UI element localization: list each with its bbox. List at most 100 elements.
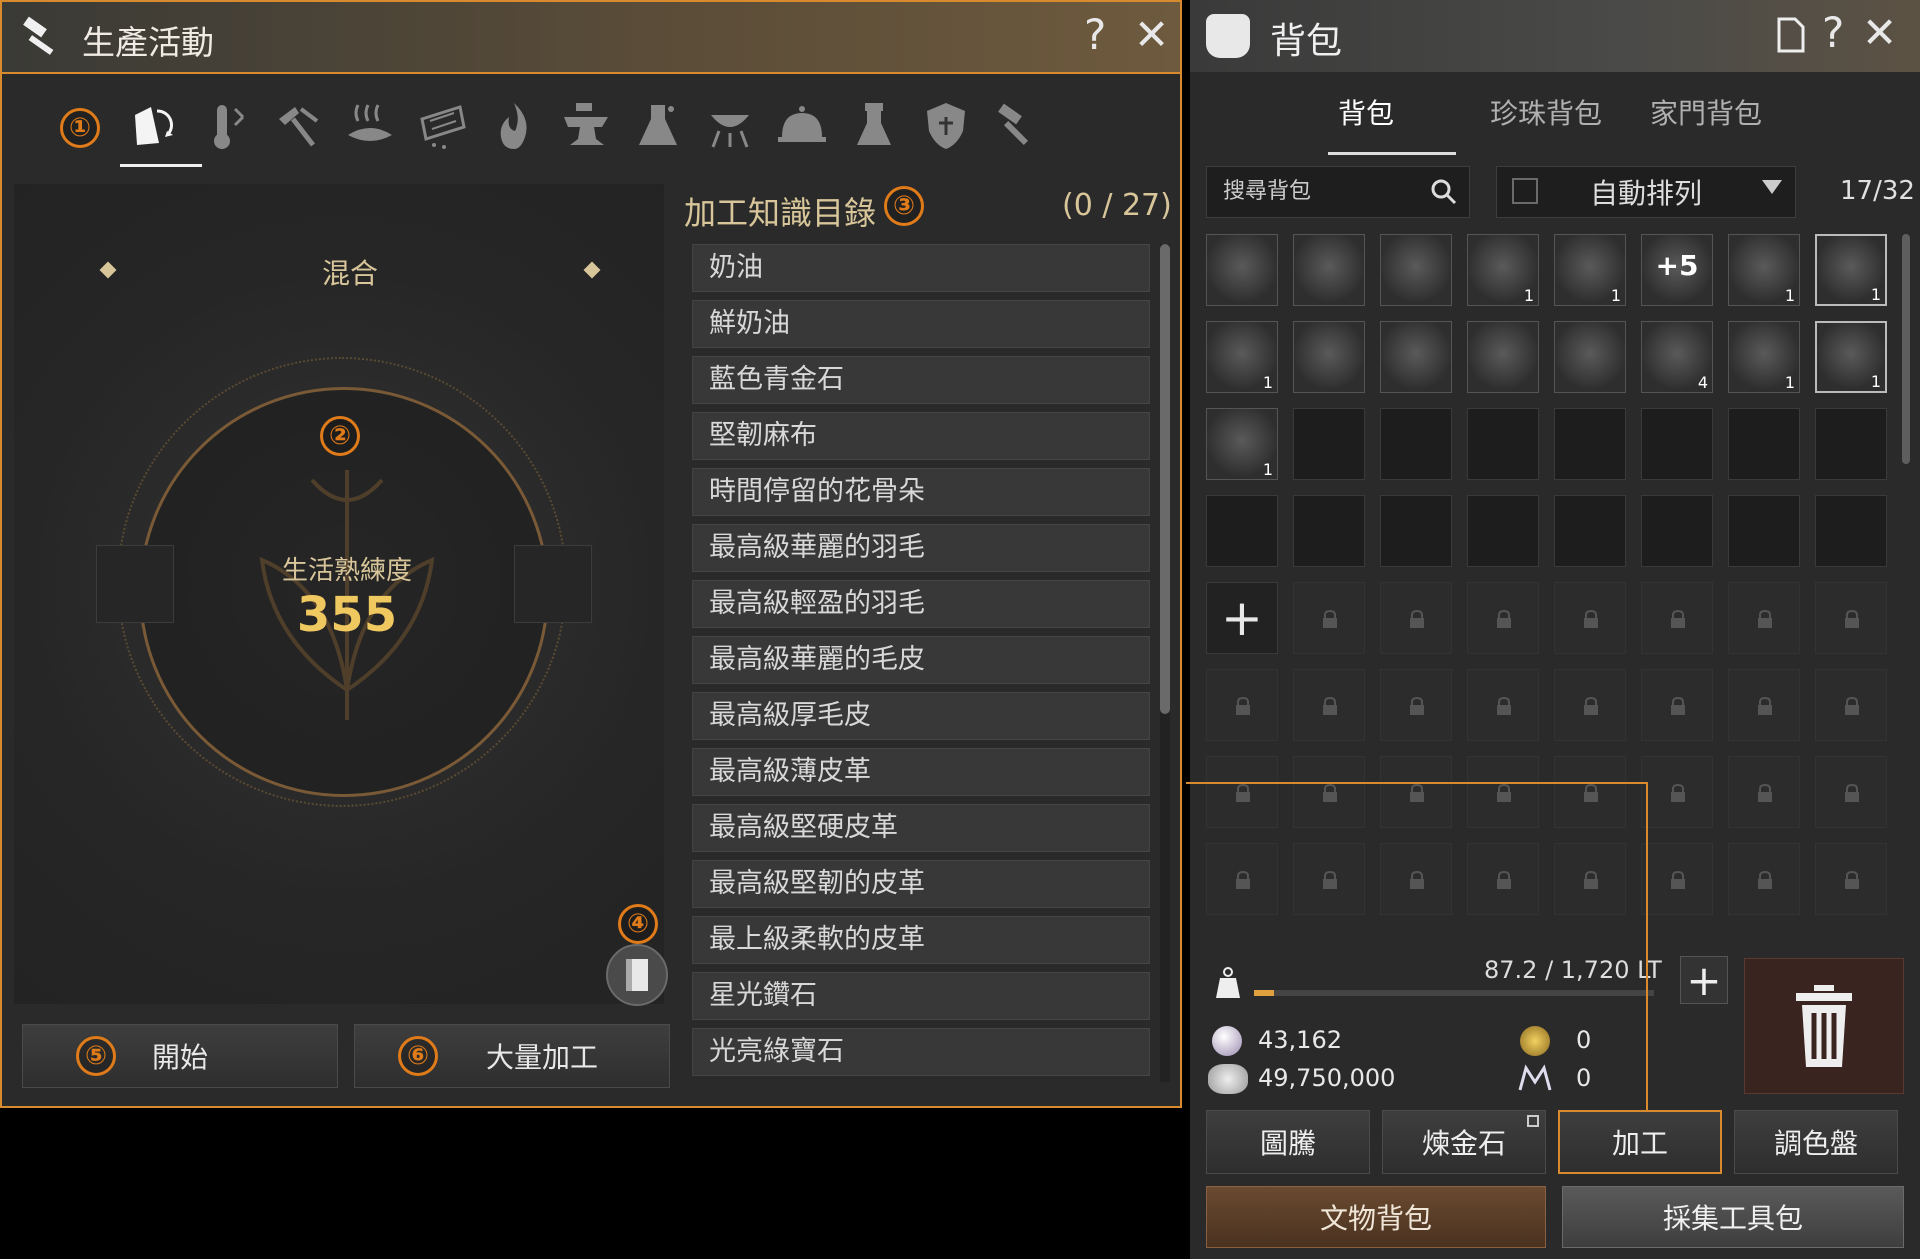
inventory-empty-slot[interactable] [1815, 495, 1887, 567]
inventory-help-button[interactable]: ? [1822, 8, 1844, 57]
inventory-empty-slot[interactable] [1467, 408, 1539, 480]
inventory-empty-slot[interactable] [1641, 495, 1713, 567]
inventory-item-weapon[interactable] [1380, 321, 1452, 393]
inventory-close-button[interactable]: ✕ [1862, 8, 1897, 57]
add-weight-button[interactable]: + [1680, 956, 1728, 1005]
tab-family-inventory[interactable]: 家門背包 [1650, 92, 1762, 132]
inventory-window: 背包 ? ✕ 背包 珍珠背包 家門背包 搜尋背包 自動排列 17/32 1 1 +5… [1190, 0, 1920, 1259]
tab-inventory[interactable]: 背包 [1338, 92, 1394, 132]
inventory-empty-slot[interactable] [1293, 495, 1365, 567]
auto-sort-checkbox[interactable] [1512, 178, 1538, 204]
knowledge-item[interactable]: 光亮綠寶石 [692, 1028, 1150, 1076]
inventory-empty-slot[interactable] [1380, 495, 1452, 567]
tab-pearl-inventory[interactable]: 珍珠背包 [1490, 92, 1602, 132]
inventory-empty-slot[interactable] [1554, 408, 1626, 480]
inventory-empty-slot[interactable] [1815, 408, 1887, 480]
knowledge-item[interactable]: 鮮奶油 [692, 300, 1150, 348]
knowledge-item[interactable]: 堅韌麻布 [692, 412, 1150, 460]
tab-heat-icon[interactable] [188, 86, 264, 166]
inventory-item-weapon[interactable] [1293, 234, 1365, 306]
knowledge-scroll-thumb[interactable] [1160, 244, 1170, 714]
knowledge-item[interactable]: 最高級華麗的毛皮 [692, 636, 1150, 684]
material-slot-right[interactable] [514, 545, 592, 623]
inventory-item-food[interactable]: 1 [1206, 321, 1278, 393]
inventory-item-weapon[interactable] [1206, 234, 1278, 306]
inventory-empty-slot[interactable] [1293, 408, 1365, 480]
inventory-item-hide[interactable]: 1 [1728, 321, 1800, 393]
expand-slots-button[interactable]: + [1206, 582, 1278, 654]
inventory-item-weapon[interactable] [1467, 321, 1539, 393]
locked-slot [1206, 843, 1278, 915]
book-button[interactable] [606, 944, 668, 1006]
locked-slot [1467, 669, 1539, 741]
inventory-empty-slot[interactable] [1728, 408, 1800, 480]
marker-4: ④ [618, 904, 658, 944]
tab-chop-icon[interactable] [260, 86, 336, 166]
trash-button[interactable] [1744, 958, 1904, 1094]
knowledge-item[interactable]: 奶油 [692, 244, 1150, 292]
search-icon[interactable] [1430, 178, 1458, 206]
filter-icon [420, 105, 466, 149]
tab-hammer-icon[interactable] [980, 86, 1056, 166]
inventory-item-weapon[interactable] [1293, 321, 1365, 393]
item-count: 1 [1262, 373, 1273, 392]
heat-icon [214, 105, 245, 149]
inventory-empty-slot[interactable] [1728, 495, 1800, 567]
knowledge-item[interactable]: 最高級薄皮革 [692, 748, 1150, 796]
document-icon[interactable] [1776, 16, 1806, 54]
inventory-item-ore[interactable]: 1 [1467, 234, 1539, 306]
chevron-down-icon[interactable] [1762, 180, 1782, 194]
hammer-icon [998, 103, 1029, 146]
knowledge-item[interactable]: 最高級輕盈的羽毛 [692, 580, 1150, 628]
tab-alchemy-icon[interactable] [836, 86, 912, 166]
skill-value: 355 [296, 587, 398, 643]
tab-grill-icon[interactable] [692, 86, 768, 166]
artifact-bag-button[interactable]: 文物背包 [1206, 1186, 1546, 1248]
tab-dry-icon[interactable] [332, 86, 408, 166]
palette-button[interactable]: 調色盤 [1734, 1110, 1898, 1174]
tab-fire-icon[interactable] [476, 86, 552, 166]
inventory-empty-slot[interactable] [1206, 495, 1278, 567]
totem-button[interactable]: 圖騰 [1206, 1110, 1370, 1174]
inventory-empty-slot[interactable] [1380, 408, 1452, 480]
tab-shield-icon[interactable] [908, 86, 984, 166]
material-slot-left[interactable] [96, 545, 174, 623]
gathering-toolbag-button[interactable]: 採集工具包 [1562, 1186, 1904, 1248]
inventory-empty-slot[interactable] [1641, 408, 1713, 480]
inventory-item-emblem[interactable]: 1 [1815, 234, 1887, 306]
inventory-empty-slot[interactable] [1467, 495, 1539, 567]
tab-tools-icon[interactable] [112, 86, 188, 166]
inventory-item-potion[interactable]: 1 [1815, 321, 1887, 393]
help-button[interactable]: ? [1084, 10, 1106, 59]
close-button[interactable]: ✕ [1134, 10, 1169, 59]
knowledge-item[interactable]: 最上級柔軟的皮革 [692, 916, 1150, 964]
process-button[interactable]: 加工 [1558, 1110, 1722, 1174]
knowledge-item[interactable]: 時間停留的花骨朵 [692, 468, 1150, 516]
inventory-item-weapon[interactable] [1380, 234, 1452, 306]
alchemy-stone-button[interactable]: 煉金石 [1382, 1110, 1546, 1174]
knowledge-item[interactable]: 最高級厚毛皮 [692, 692, 1150, 740]
item-count: 1 [1784, 373, 1795, 392]
inventory-empty-slot[interactable] [1554, 495, 1626, 567]
production-titlebar: 生產活動 ? ✕ [2, 2, 1180, 74]
tab-filter-icon[interactable] [404, 86, 480, 166]
tab-flask-icon[interactable] [620, 86, 696, 166]
inventory-scrollbar[interactable] [1902, 234, 1910, 464]
tab-anvil-icon[interactable] [548, 86, 624, 166]
locked-slot [1728, 582, 1800, 654]
locked-slot [1815, 843, 1887, 915]
knowledge-item[interactable]: 最高級堅硬皮革 [692, 804, 1150, 852]
knowledge-item[interactable]: 星光鑽石 [692, 972, 1150, 1020]
inventory-item-potion[interactable]: 1 [1728, 234, 1800, 306]
inventory-item-food[interactable]: 1 [1206, 408, 1278, 480]
inventory-item-coin[interactable]: 1 [1554, 234, 1626, 306]
loyalty-amount: 0 [1576, 1064, 1592, 1092]
inventory-item-enhance[interactable]: +5 [1641, 234, 1713, 306]
knowledge-item[interactable]: 最高級堅韌的皮革 [692, 860, 1150, 908]
knowledge-item[interactable]: 最高級華麗的羽毛 [692, 524, 1150, 572]
knowledge-item[interactable]: 藍色青金石 [692, 356, 1150, 404]
start-button[interactable]: 開始 [22, 1024, 338, 1088]
tab-dish-icon[interactable] [764, 86, 840, 166]
inventory-item-weapon[interactable] [1554, 321, 1626, 393]
inventory-item-stone[interactable]: 4 [1641, 321, 1713, 393]
